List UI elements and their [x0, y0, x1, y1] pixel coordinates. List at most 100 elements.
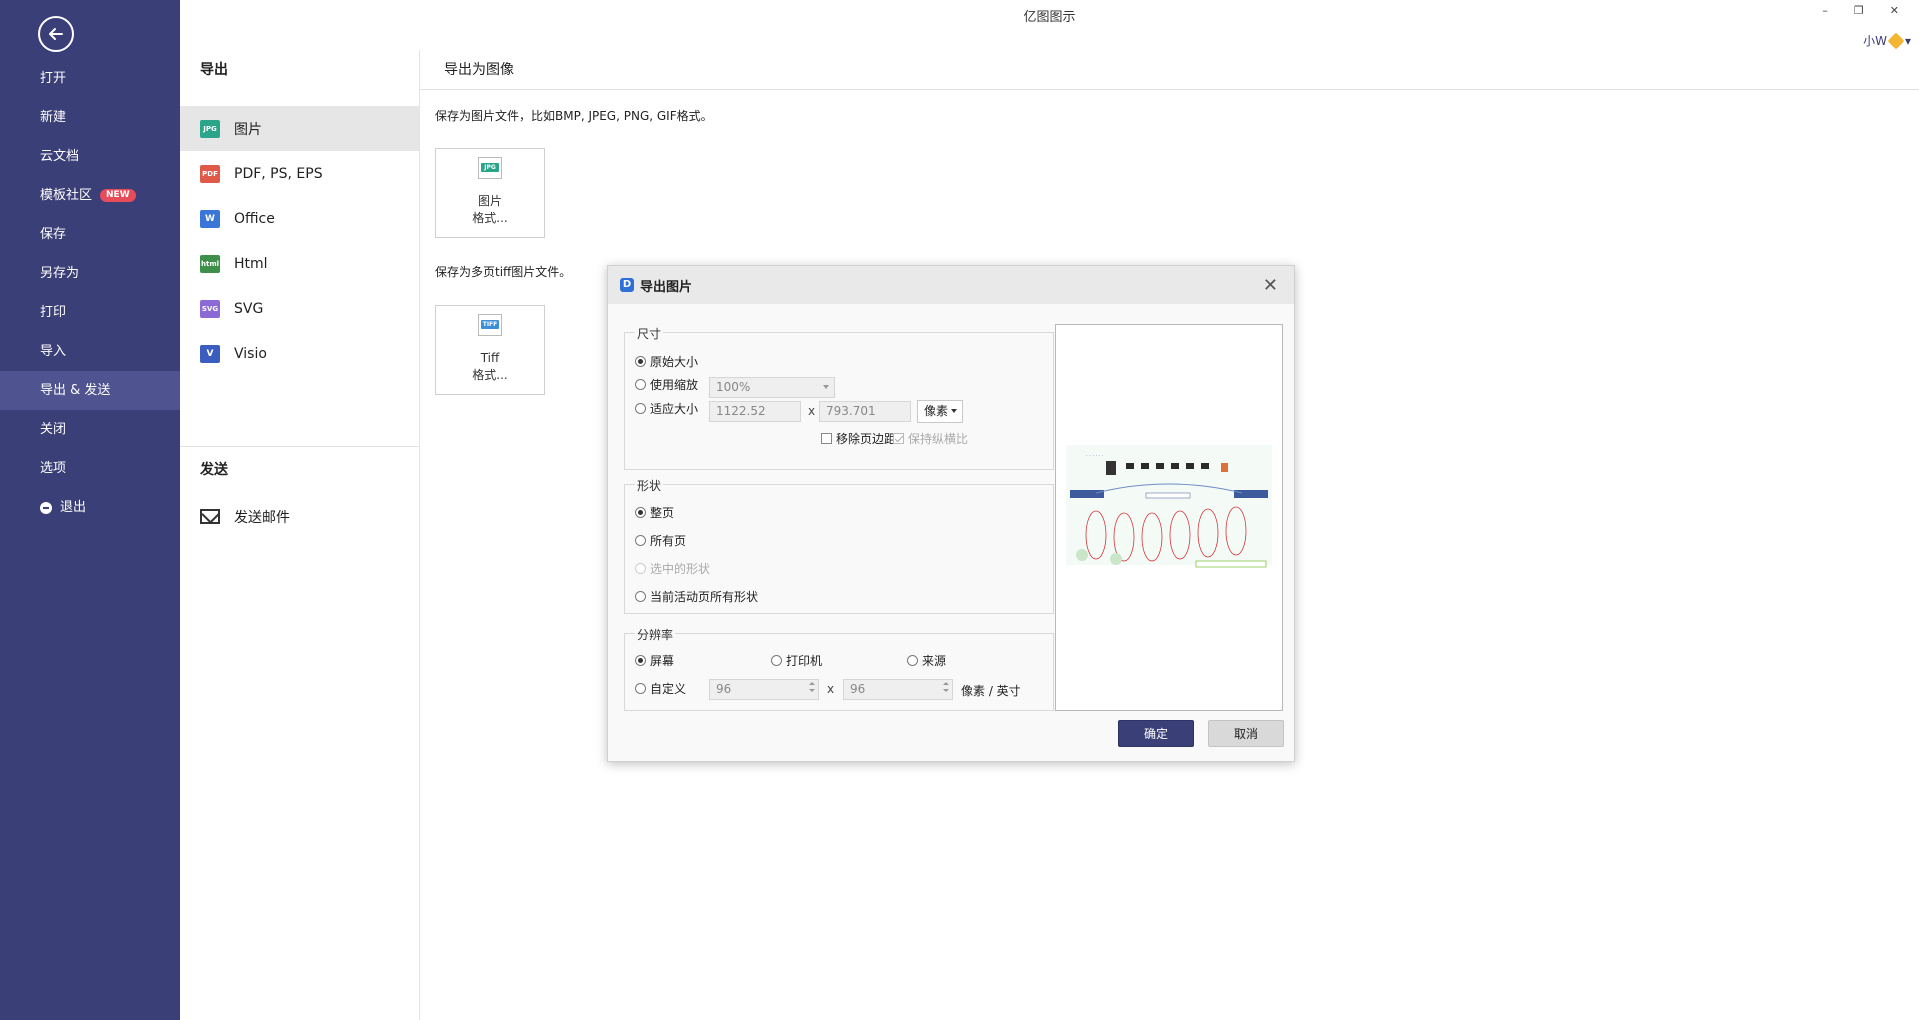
minimize-icon[interactable]: –	[1822, 4, 1828, 17]
custom-radio[interactable]	[635, 683, 646, 694]
spin-down-icon[interactable]	[943, 689, 949, 692]
sidebar-item-save[interactable]: 保存	[0, 215, 180, 254]
image-export-description: 保存为图片文件，比如BMP, JPEG, PNG, GIF格式。	[435, 109, 713, 123]
fit-size-option[interactable]: 适应大小	[635, 400, 698, 417]
spin-up-icon[interactable]	[809, 682, 815, 685]
source-resolution-option[interactable]: 来源	[907, 652, 946, 669]
option-label: 移除页边距	[836, 432, 897, 446]
export-item-visio[interactable]: V Visio	[180, 331, 419, 376]
tile-label-line1: 图片	[477, 194, 502, 208]
content-header: 导出为图像	[420, 50, 1919, 90]
option-label: 当前活动页所有形状	[650, 590, 759, 604]
zoom-option[interactable]: 使用缩放	[635, 376, 698, 393]
shape-group-title: 形状	[635, 477, 664, 494]
sidebar-item-cloud-docs[interactable]: 云文档	[0, 137, 180, 176]
restore-icon[interactable]: ❐	[1854, 4, 1864, 17]
close-window-icon[interactable]: ✕	[1890, 4, 1899, 17]
screen-radio[interactable]	[635, 655, 646, 666]
sidebar-item-open[interactable]: 打开	[0, 59, 180, 98]
back-button[interactable]	[38, 16, 74, 52]
selected-shapes-option: 选中的形状	[635, 560, 710, 577]
export-item-label: 图片	[234, 121, 262, 138]
cancel-button[interactable]: 取消	[1208, 720, 1284, 747]
sidebar-item-exit[interactable]: 退出	[0, 488, 180, 527]
sidebar-item-print[interactable]: 打印	[0, 293, 180, 332]
export-item-office[interactable]: W Office	[180, 196, 419, 241]
spin-down-icon[interactable]	[809, 689, 815, 692]
dpi-x-input[interactable]: 96	[709, 679, 819, 700]
image-format-tile[interactable]: JPG 图片 格式...	[435, 148, 545, 238]
chevron-down-icon	[823, 385, 829, 389]
spin-buttons[interactable]	[809, 682, 815, 692]
ok-button[interactable]: 确定	[1118, 720, 1194, 747]
screen-resolution-option[interactable]: 屏幕	[635, 652, 674, 669]
current-page-shapes-option[interactable]: 当前活动页所有形状	[635, 588, 758, 605]
export-item-html[interactable]: html Html	[180, 241, 419, 286]
jpg-file-icon: JPG	[478, 157, 502, 179]
send-email-item[interactable]: 发送邮件	[180, 494, 420, 539]
section-divider	[180, 446, 419, 447]
dpi-unit-label: 像素 / 英寸	[961, 684, 1021, 698]
dpi-x-value: 96	[716, 682, 732, 696]
export-item-image[interactable]: JPG 图片	[180, 106, 419, 151]
send-item-label: 发送邮件	[234, 509, 290, 526]
printer-resolution-option[interactable]: 打印机	[771, 652, 822, 669]
app-logo-icon: D	[620, 278, 634, 292]
export-item-svg[interactable]: SVG SVG	[180, 286, 419, 331]
fit-size-radio[interactable]	[635, 403, 646, 414]
original-size-radio[interactable]	[635, 356, 646, 367]
remove-margin-option[interactable]: 移除页边距	[821, 430, 896, 447]
whole-page-radio[interactable]	[635, 507, 646, 518]
spin-up-icon[interactable]	[943, 682, 949, 685]
tile-label-line2: 格式...	[472, 368, 508, 382]
file-tag: TIFF	[481, 320, 499, 329]
size-group: 尺寸 原始大小 使用缩放 100% 适应大小 1122.52 x 793.701…	[624, 325, 1054, 470]
all-pages-option[interactable]: 所有页	[635, 532, 686, 549]
option-label: 来源	[922, 654, 947, 668]
sidebar-item-save-as[interactable]: 另存为	[0, 254, 180, 293]
arrow-left-icon	[49, 28, 63, 40]
export-section-title: 导出	[200, 62, 228, 78]
sidebar-item-options[interactable]: 选项	[0, 449, 180, 488]
sidebar-item-new[interactable]: 新建	[0, 98, 180, 137]
sidebar-item-export-send[interactable]: 导出 & 发送	[0, 371, 180, 410]
sidebar-item-label: 关闭	[40, 422, 67, 437]
sidebar-item-import[interactable]: 导入	[0, 332, 180, 371]
size-separator: x	[808, 404, 816, 418]
tiff-export-description: 保存为多页tiff图片文件。	[435, 265, 572, 279]
svg-text:· · · · · ·: · · · · · ·	[1086, 453, 1104, 459]
tiff-format-tile[interactable]: TIFF Tiff 格式...	[435, 305, 545, 395]
height-input[interactable]: 793.701	[819, 401, 911, 422]
export-options-panel: 导出 JPG 图片 PDF PDF, PS, EPS W Office html…	[180, 50, 420, 1020]
sidebar-item-template-community[interactable]: 模板社区 NEW	[0, 176, 180, 215]
spin-buttons[interactable]	[943, 682, 949, 692]
width-input[interactable]: 1122.52	[709, 401, 801, 422]
sidebar-item-label: 模板社区	[40, 188, 93, 203]
keep-ratio-option[interactable]: 保持纵横比	[893, 430, 968, 447]
exit-icon	[40, 501, 52, 514]
dpi-y-input[interactable]: 96	[843, 679, 953, 700]
source-radio[interactable]	[907, 655, 918, 666]
whole-page-option[interactable]: 整页	[635, 504, 674, 521]
current-page-shapes-radio[interactable]	[635, 591, 646, 602]
zoom-value: 100%	[716, 380, 751, 394]
size-group-title: 尺寸	[635, 325, 664, 342]
zoom-select[interactable]: 100%	[709, 377, 835, 398]
keep-ratio-checkbox[interactable]	[893, 433, 904, 444]
custom-resolution-option[interactable]: 自定义	[635, 680, 686, 697]
sidebar: 打开 新建 云文档 模板社区 NEW 保存 另存为 打印 导入 导出 & 发送 关…	[0, 0, 180, 1020]
dialog-header: D 导出图片 ✕	[608, 266, 1294, 304]
sidebar-item-close[interactable]: 关闭	[0, 410, 180, 449]
sidebar-item-label: 云文档	[40, 149, 80, 164]
export-item-pdf[interactable]: PDF PDF, PS, EPS	[180, 151, 419, 196]
unit-select[interactable]: 像素	[917, 400, 963, 423]
printer-radio[interactable]	[771, 655, 782, 666]
sidebar-item-label: 退出	[60, 500, 87, 515]
all-pages-radio[interactable]	[635, 535, 646, 546]
option-label: 原始大小	[650, 355, 699, 369]
remove-margin-checkbox[interactable]	[821, 433, 832, 444]
original-size-option[interactable]: 原始大小	[635, 353, 698, 370]
user-menu[interactable]: 小W ▾	[1863, 32, 1911, 49]
close-icon[interactable]: ✕	[1263, 275, 1278, 296]
zoom-radio[interactable]	[635, 379, 646, 390]
